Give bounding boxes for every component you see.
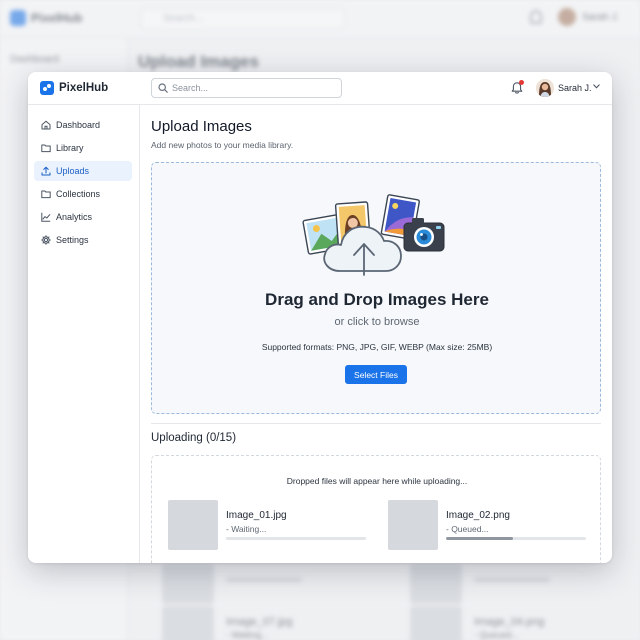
dropzone-subtitle[interactable]: or click to browse: [152, 316, 602, 328]
background-logo-icon: [10, 10, 26, 26]
file-name: Image_02.png: [446, 510, 510, 521]
folder-icon: [41, 190, 51, 199]
background-user: Sarah J.: [582, 12, 620, 23]
background-thumb: [410, 564, 462, 604]
file-item: Image_02.png - Queued...: [388, 500, 588, 552]
sidebar: Dashboard Library Uploads Collections An…: [28, 105, 140, 563]
logo-icon[interactable]: [40, 81, 54, 95]
upload-icon: [41, 166, 51, 176]
background-progress: [226, 578, 302, 582]
home-icon: [41, 120, 51, 130]
background-file-status: - Waiting...: [226, 630, 269, 640]
sidebar-item-analytics[interactable]: Analytics: [34, 207, 132, 227]
sidebar-item-collections[interactable]: Collections: [34, 184, 132, 204]
page-title: Upload Images: [151, 118, 252, 135]
background-file-name: Image_04.png: [474, 616, 545, 628]
sidebar-item-uploads[interactable]: Uploads: [34, 161, 132, 181]
file-status: - Queued...: [446, 524, 489, 534]
sidebar-item-library[interactable]: Library: [34, 138, 132, 158]
dropzone-title: Drag and Drop Images Here: [265, 290, 489, 309]
avatar[interactable]: [536, 79, 554, 97]
sidebar-item-label: Library: [56, 143, 84, 153]
background-thumb: [410, 606, 462, 640]
search-box[interactable]: [151, 78, 342, 98]
main-content: Upload Images Add new photos to your med…: [140, 105, 612, 563]
progress-track: [446, 537, 586, 540]
background-topbar: PixelHub Search... Sarah J.: [0, 0, 640, 38]
background-sidebar-item: Dashboard: [10, 54, 59, 65]
gear-icon: [41, 235, 51, 245]
uploading-title: Uploading (0/15): [151, 432, 237, 444]
user-name[interactable]: Sarah J.: [558, 83, 592, 93]
sidebar-item-dashboard[interactable]: Dashboard: [34, 115, 132, 135]
file-item: Image_01.jpg - Waiting...: [168, 500, 368, 552]
file-status: - Waiting...: [226, 524, 267, 534]
chevron-down-icon[interactable]: [593, 84, 600, 89]
sidebar-item-label: Collections: [56, 189, 101, 199]
background-thumb: [162, 606, 214, 640]
background-thumb: [162, 564, 214, 604]
progress-fill: [446, 537, 514, 540]
progress-track: [226, 537, 366, 540]
upload-illustration-icon: [302, 194, 445, 276]
background-progress: [474, 578, 550, 582]
queue-hint: Dropped files will appear here while upl…: [286, 476, 468, 486]
background-bell-icon: [530, 10, 542, 24]
file-name: Image_01.jpg: [226, 510, 287, 521]
drop-zone[interactable]: Drag and Drop Images Here or click to br…: [151, 162, 601, 414]
notification-badge: [519, 80, 524, 85]
chart-icon: [41, 212, 51, 222]
background-file-name: Image_07.jpg: [226, 616, 293, 628]
background-file-status: - Queued...: [474, 630, 520, 640]
divider: [151, 423, 601, 424]
sidebar-item-label: Dashboard: [56, 120, 101, 130]
sidebar-item-label: Uploads: [56, 166, 90, 176]
supported-formats: Supported formats: PNG, JPG, GIF, WEBP (…: [261, 342, 493, 352]
brand-name[interactable]: PixelHub: [59, 82, 108, 94]
sidebar-item-settings[interactable]: Settings: [34, 230, 132, 250]
search-icon: [158, 83, 168, 93]
background-search: Search...: [140, 8, 346, 30]
page-subtitle: Add new photos to your media library.: [151, 140, 294, 150]
file-thumbnail: [168, 500, 218, 550]
search-input[interactable]: [172, 80, 337, 96]
background-brand: PixelHub: [31, 11, 83, 25]
upload-queue: Dropped files will appear here while upl…: [151, 455, 601, 563]
sidebar-item-label: Settings: [56, 235, 89, 245]
sidebar-item-label: Analytics: [56, 212, 93, 222]
select-files-button[interactable]: Select Files: [345, 365, 407, 384]
top-bar: PixelHub Sarah J.: [28, 72, 612, 105]
background-avatar: [558, 8, 576, 26]
background-search-placeholder: Search...: [163, 13, 204, 24]
folder-icon: [41, 144, 51, 153]
app-window: PixelHub Sarah J.: [28, 72, 612, 563]
avatar-image-icon: [536, 79, 554, 97]
background-title: Upload Images: [138, 52, 259, 71]
file-thumbnail: [388, 500, 438, 550]
